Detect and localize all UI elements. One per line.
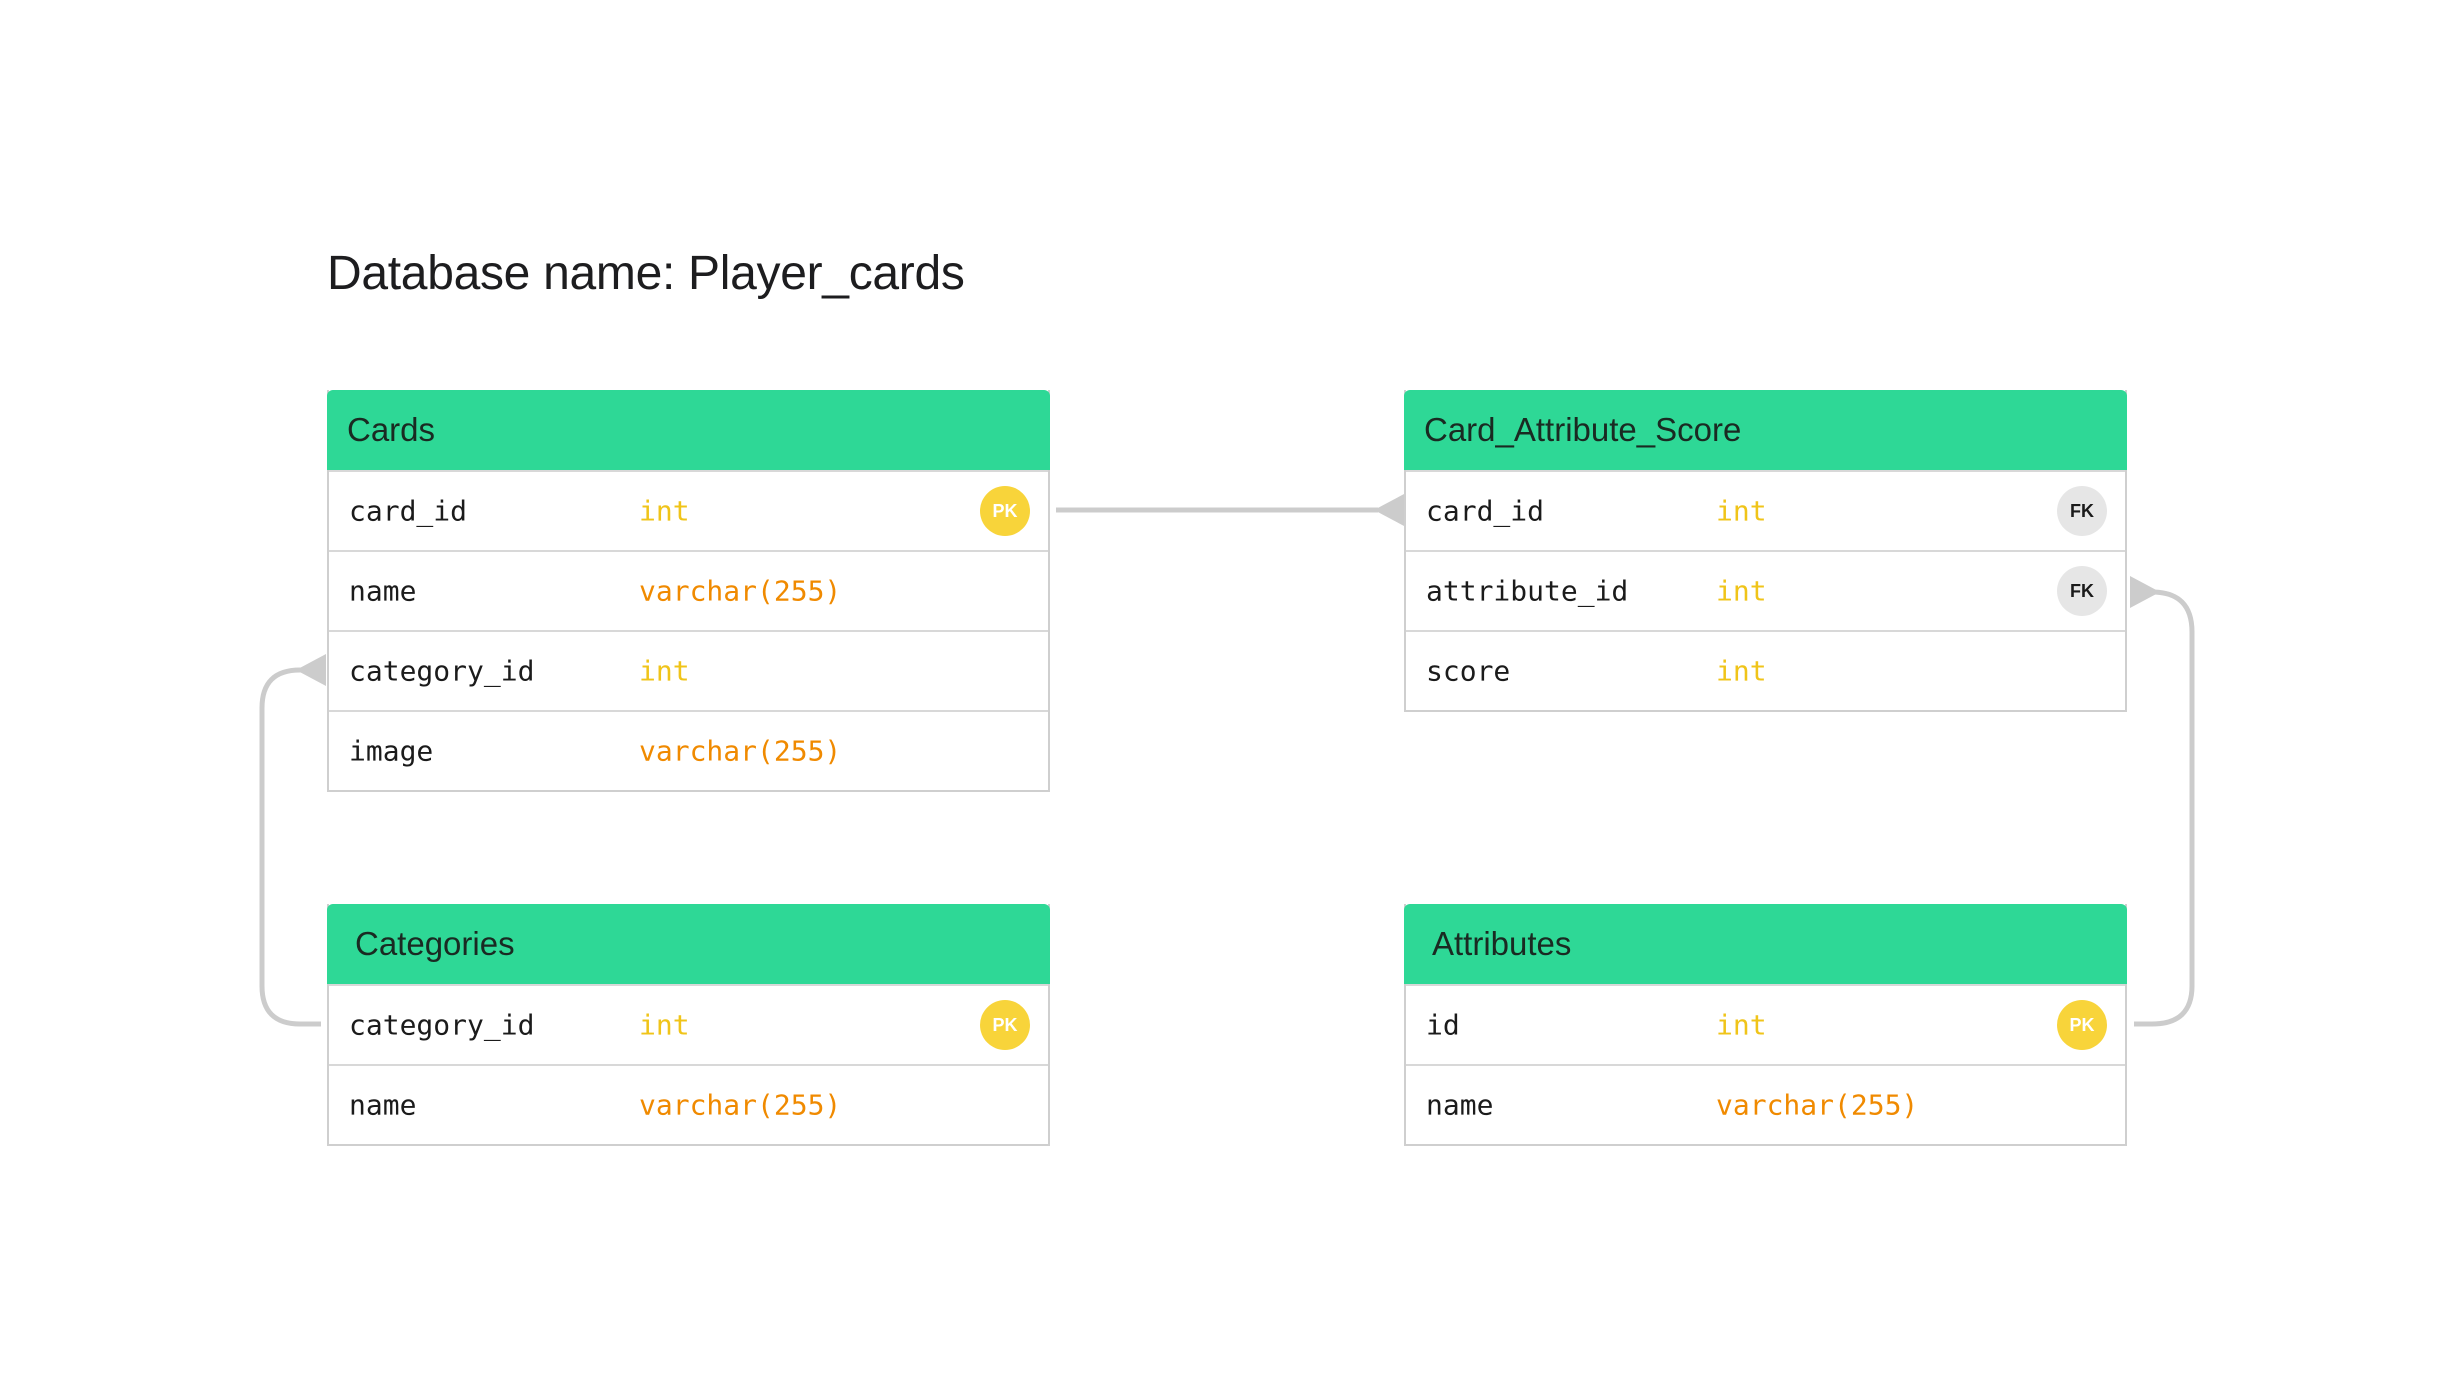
er-diagram-canvas: Database name: Player_cards Cards card_i… <box>0 0 2439 1396</box>
column-name: card_id <box>1426 494 1545 528</box>
column-type: varchar(255) <box>639 574 842 608</box>
column-name: category_id <box>349 654 535 688</box>
link-arrowhead-attribute-id <box>2130 576 2160 608</box>
column-name: name <box>349 1088 417 1122</box>
column-type: int <box>639 1008 690 1042</box>
table-row[interactable]: card_id int PK <box>329 470 1048 550</box>
column-type: int <box>639 654 690 688</box>
foreign-key-badge: FK <box>2057 566 2107 616</box>
column-name: id <box>1426 1008 1460 1042</box>
column-name: image <box>349 734 434 768</box>
link-arrowhead-category-id <box>296 654 326 686</box>
table-row[interactable]: name varchar(255) <box>329 550 1048 630</box>
table-attributes[interactable]: Attributes id int PK name varchar(255) <box>1404 904 2127 1146</box>
column-name: name <box>349 574 417 608</box>
column-name: score <box>1426 654 1511 688</box>
link-attributes-to-card-attribute-score <box>2134 589 2195 1027</box>
column-type: varchar(255) <box>1716 1088 1919 1122</box>
table-row[interactable]: image varchar(255) <box>329 710 1048 790</box>
table-header-attributes[interactable]: Attributes <box>1404 904 2127 984</box>
table-card-attribute-score[interactable]: Card_Attribute_Score card_id int FK attr… <box>1404 390 2127 712</box>
column-type: int <box>1716 574 1767 608</box>
table-header-card-attribute-score[interactable]: Card_Attribute_Score <box>1404 390 2127 470</box>
primary-key-badge: PK <box>2057 1000 2107 1050</box>
table-row[interactable]: score int <box>1406 630 2125 710</box>
table-header-cards[interactable]: Cards <box>327 390 1050 470</box>
column-type: varchar(255) <box>639 734 842 768</box>
table-row[interactable]: id int PK <box>1406 984 2125 1064</box>
link-arrowhead-card-id <box>1374 494 1404 526</box>
column-name: card_id <box>349 494 468 528</box>
table-row[interactable]: category_id int <box>329 630 1048 710</box>
column-type: int <box>1716 1008 1767 1042</box>
table-header-categories[interactable]: Categories <box>327 904 1050 984</box>
table-row[interactable]: category_id int PK <box>329 984 1048 1064</box>
column-name: name <box>1426 1088 1494 1122</box>
column-name: attribute_id <box>1426 574 1629 608</box>
foreign-key-badge: FK <box>2057 486 2107 536</box>
column-type: int <box>1716 654 1767 688</box>
primary-key-badge: PK <box>980 1000 1030 1050</box>
link-categories-to-cards <box>259 667 321 1027</box>
table-row[interactable]: name varchar(255) <box>329 1064 1048 1144</box>
database-title: Database name: Player_cards <box>327 247 965 300</box>
column-name: category_id <box>349 1008 535 1042</box>
table-row[interactable]: name varchar(255) <box>1406 1064 2125 1144</box>
table-row[interactable]: attribute_id int FK <box>1406 550 2125 630</box>
column-type: int <box>639 494 690 528</box>
column-type: varchar(255) <box>639 1088 842 1122</box>
primary-key-badge: PK <box>980 486 1030 536</box>
table-row[interactable]: card_id int FK <box>1406 470 2125 550</box>
column-type: int <box>1716 494 1767 528</box>
table-cards[interactable]: Cards card_id int PK name varchar(255) c… <box>327 390 1050 792</box>
table-categories[interactable]: Categories category_id int PK name varch… <box>327 904 1050 1146</box>
